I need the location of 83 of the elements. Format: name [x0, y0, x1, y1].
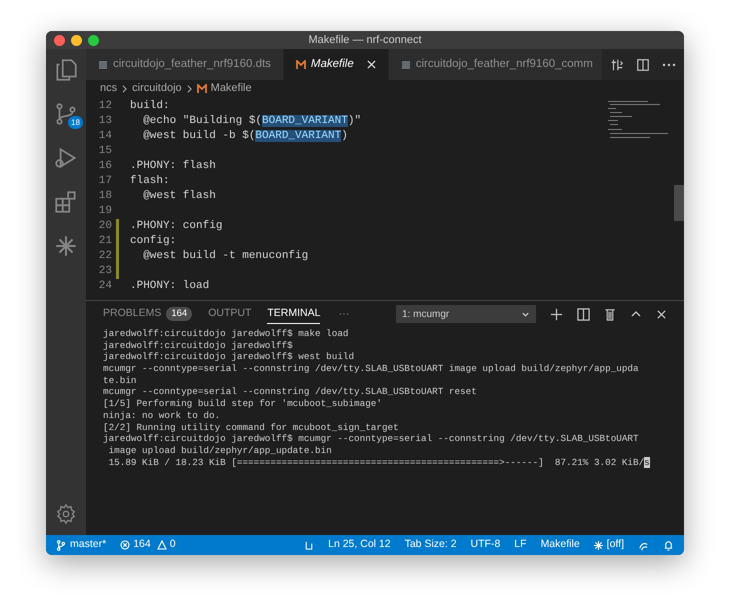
terminal-line: [2/2] Running utility command for mcuboot_sign_target: [103, 422, 400, 434]
terminal-line: 15.89 KiB / 18.23 KiB [===============================================>------] 87.21% 3.02 KiB/s: [108, 456, 651, 468]
editor-tab[interactable]: circuitdojo_feather_nrf9160.dts: [86, 49, 284, 80]
line-number: 18: [98, 189, 113, 204]
terminal-line: jaredwolff:circuitdojo jaredwolff$ west build: [103, 351, 356, 364]
split-editor-icon[interactable]: [636, 58, 650, 72]
more-views-button[interactable]: ···: [338, 306, 350, 322]
code-line: .PHONY: config: [130, 219, 222, 234]
breadcrumb-item[interactable]: circuitdojo: [132, 80, 182, 97]
count-badge: 164: [166, 307, 192, 321]
notification-badge: 18: [68, 116, 83, 129]
line-number: 21: [98, 234, 113, 250]
encoding-status[interactable]: UTF-8: [470, 537, 500, 553]
line-number: 12: [98, 99, 113, 114]
file-lines-icon: [400, 60, 411, 70]
editor-tab[interactable]: Makefile: [284, 49, 389, 80]
compare-icon[interactable]: [610, 58, 624, 72]
settings-icon[interactable]: [55, 503, 77, 525]
zoom-window-button[interactable]: [88, 34, 99, 46]
file-lines-icon: [98, 60, 108, 70]
run-debug-icon[interactable]: [53, 145, 79, 171]
line-ending-status[interactable]: LF: [514, 537, 527, 553]
code-line: .PHONY: flash: [130, 159, 216, 174]
line-number: 14: [98, 129, 113, 144]
error-icon: [120, 540, 130, 550]
line-number: 17: [98, 174, 113, 190]
problems-status[interactable]: 164 0: [120, 537, 176, 553]
code-line: @echo "Building $(BOARD_VARIANT)": [142, 114, 362, 130]
line-number: 23: [98, 264, 113, 280]
close-icon[interactable]: [366, 60, 376, 69]
warning-icon: [156, 540, 167, 550]
close-icon[interactable]: [656, 308, 667, 320]
nordic-status[interactable]: [off]: [594, 537, 624, 553]
makefile-m-icon: [196, 84, 207, 93]
branch-icon: [56, 540, 66, 550]
line-number: 13: [98, 114, 113, 130]
close-window-button[interactable]: [54, 34, 65, 46]
window-title: Makefile — nrf-connect: [308, 32, 422, 48]
line-number: 19: [98, 204, 113, 220]
branch-status[interactable]: master*: [56, 537, 106, 553]
language-mode[interactable]: Makefile: [540, 537, 580, 553]
code-line: .PHONY: load: [130, 279, 210, 294]
editor-tab[interactable]: circuitdojo_feather_nrf9160_comm: [388, 49, 602, 80]
bell-icon[interactable]: [663, 540, 674, 550]
chevron-right-icon: [186, 84, 193, 92]
code-line: @west build -t menuconfig: [142, 249, 308, 264]
terminal-line: image upload build/zephyr/app_update.bin: [108, 444, 333, 457]
breadcrumb-item[interactable]: ncs: [100, 80, 118, 97]
breadcrumb-item[interactable]: Makefile: [210, 80, 252, 97]
line-number: 22: [98, 249, 113, 264]
terminal-select[interactable]: 1: mcumgr: [396, 305, 536, 323]
panel-tab[interactable]: TERMINAL: [267, 304, 320, 324]
line-number: 24: [98, 279, 113, 294]
panel-tab[interactable]: PROBLEMS 164: [103, 304, 192, 324]
code-line: config:: [130, 234, 176, 250]
terminal-line: ninja: no work to do.: [103, 410, 222, 422]
terminal-line: [1/5] Performing build step for 'mcuboot_subimage': [103, 398, 383, 410]
terminal-line: mcumgr --conntype=serial --connstring /dev/tty.SLAB_USBtoUART reset: [103, 386, 478, 398]
terminal-line: jaredwolff:circuitdojo jaredwolff$: [103, 340, 294, 352]
line-number: 20: [98, 219, 113, 234]
sync-icon[interactable]: [304, 540, 314, 550]
code-line: build:: [130, 99, 170, 114]
code-line: @west flash: [142, 189, 216, 204]
chevron-right-icon: [121, 84, 128, 92]
line-number: 15: [98, 144, 113, 160]
code-line: @west build -b $(BOARD_VARIANT): [142, 129, 348, 144]
add-icon[interactable]: [550, 308, 563, 320]
split-terminal-icon[interactable]: [577, 308, 590, 320]
trash-icon[interactable]: [604, 308, 616, 320]
scrollbar[interactable]: [674, 185, 684, 221]
line-number: 16: [98, 159, 113, 174]
minimize-window-button[interactable]: [71, 34, 82, 46]
terminal-line: te.bin: [103, 374, 138, 386]
indentation-status[interactable]: Tab Size: 2: [404, 537, 457, 553]
makefile-m-icon: [296, 60, 306, 69]
terminal-line: jaredwolff:circuitdojo jaredwolff$ mcumgr --conntype=serial --connstring /dev/tty.SLAB_USBtoUART: [103, 433, 640, 445]
panel-tab[interactable]: OUTPUT: [208, 304, 252, 324]
cursor-position[interactable]: Ln 25, Col 12: [328, 537, 391, 553]
code-line: flash:: [130, 174, 170, 190]
terminal-line: jaredwolff:circuitdojo jaredwolff$ make load: [103, 328, 350, 340]
sparkle-icon: [594, 540, 603, 550]
more-icon[interactable]: [662, 62, 676, 66]
terminal-line: mcumgr --conntype=serial --connstring /dev/tty.SLAB_USBtoUART image upload build/zephyr/app_upda: [103, 363, 640, 375]
